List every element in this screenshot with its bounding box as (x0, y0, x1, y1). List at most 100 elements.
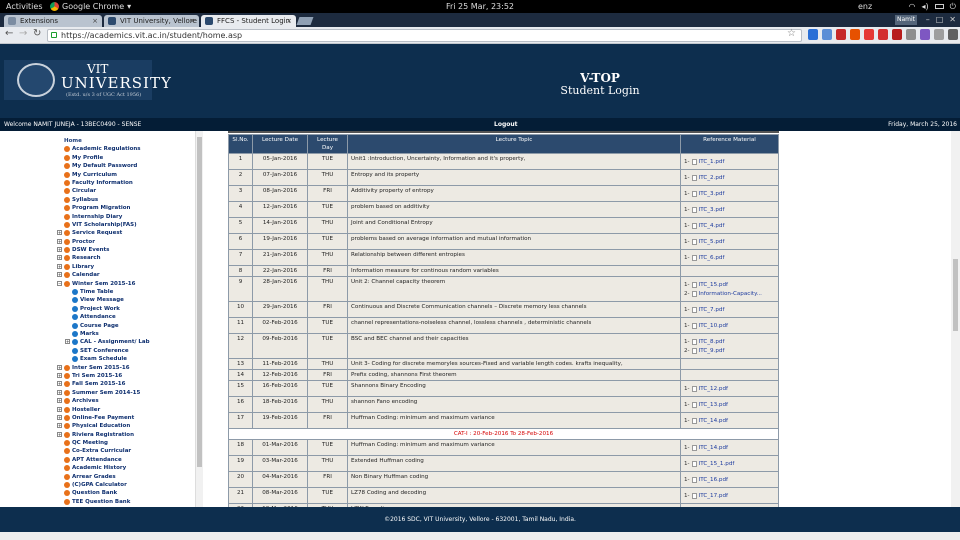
expand-icon[interactable]: + (57, 372, 62, 378)
url-input[interactable]: https://academics.vit.ac.in/student/home… (47, 29, 802, 42)
extension-icon[interactable] (822, 29, 832, 40)
close-tab-icon[interactable]: × (92, 15, 98, 27)
reference-link[interactable]: Information-Capacity... (699, 290, 762, 298)
sidebar-item[interactable]: + Riviera Registration (57, 431, 150, 439)
reference-link[interactable]: ITC_13.pdf (699, 401, 728, 409)
sidebar-item[interactable]: Program Migration (57, 204, 150, 212)
sidebar-item[interactable]: Co-Extra Curricular (57, 447, 150, 455)
sidebar-item[interactable]: + Proctor (57, 238, 150, 246)
sidebar-item[interactable]: Project Work (57, 305, 150, 313)
expand-icon[interactable]: + (57, 263, 62, 269)
extension-icon[interactable] (878, 29, 888, 40)
maximize-icon[interactable]: □ (936, 15, 944, 24)
minimize-icon[interactable]: – (926, 15, 930, 24)
reference-link[interactable]: ITC_1.pdf (699, 158, 725, 166)
reference-link[interactable]: ITC_2.pdf (699, 174, 725, 182)
sidebar-item[interactable]: Question Bank (57, 489, 150, 497)
reference-link[interactable]: ITC_15_1.pdf (699, 460, 735, 468)
sidebar-item[interactable]: + Tri Sem 2015-16 (57, 372, 150, 380)
sidebar-item[interactable]: Circular (57, 187, 150, 195)
sidebar-item[interactable]: Arrear Grades (57, 473, 150, 481)
reference-link[interactable]: ITC_17.pdf (699, 492, 728, 500)
new-tab-button[interactable] (296, 17, 314, 25)
sidebar-item[interactable]: + Inter Sem 2015-16 (57, 364, 150, 372)
sidebar-item[interactable]: + Online-Fee Payment (57, 414, 150, 422)
extension-icon[interactable] (850, 29, 860, 40)
expand-icon[interactable]: + (57, 414, 62, 420)
reference-link[interactable]: ITC_3.pdf (699, 206, 725, 214)
sidebar-item[interactable]: Course Page (57, 322, 150, 330)
expand-icon[interactable]: + (57, 255, 62, 261)
extension-icon[interactable] (920, 29, 930, 40)
expand-icon[interactable]: + (57, 230, 62, 236)
tab-2[interactable]: VIT University, Vellore × (104, 15, 199, 27)
reference-link[interactable]: ITC_7.pdf (699, 306, 725, 314)
sidebar-item[interactable]: My Profile (57, 154, 150, 162)
expand-icon[interactable]: + (57, 238, 62, 244)
extension-icon[interactable] (934, 29, 944, 40)
vit-logo[interactable]: VIT UNIVERSITY (Estd. u/s 3 of UGC Act 1… (4, 60, 171, 100)
sidebar-item[interactable]: + DSW Events (57, 246, 150, 254)
tab-3[interactable]: FFCS - Student Login × (201, 15, 296, 27)
sidebar-item[interactable]: Exam Schedule (57, 355, 150, 363)
sidebar-item[interactable]: + CAL - Assignment/ Lab (57, 338, 150, 346)
expand-icon[interactable]: + (57, 247, 62, 253)
sidebar-item[interactable]: TEE Question Bank (57, 498, 150, 506)
tab-1[interactable]: Extensions × (4, 15, 102, 27)
extension-icon[interactable] (948, 29, 958, 40)
expand-icon[interactable]: + (57, 272, 62, 278)
profile-button[interactable]: Namit (895, 15, 917, 25)
close-icon[interactable]: ✕ (949, 15, 956, 24)
expand-icon[interactable]: + (57, 423, 62, 429)
sidebar-item[interactable]: My Curriculum (57, 171, 150, 179)
forward-arrow-icon[interactable]: → (19, 28, 27, 39)
sidebar-item[interactable]: + Hosteller (57, 406, 150, 414)
close-tab-icon[interactable]: × (189, 15, 195, 27)
extension-icon[interactable] (906, 29, 916, 40)
star-icon[interactable]: ☆ (787, 28, 796, 39)
sidebar-item[interactable]: + Calendar (57, 271, 150, 279)
expand-icon[interactable]: + (57, 406, 62, 412)
reload-icon[interactable]: ↻ (33, 28, 41, 39)
close-tab-icon[interactable]: × (286, 15, 292, 27)
reference-link[interactable]: ITC_9.pdf (699, 347, 725, 355)
reference-link[interactable]: ITC_12.pdf (699, 385, 728, 393)
sidebar-item[interactable]: Home (57, 137, 150, 145)
sidebar-item[interactable]: + Fall Sem 2015-16 (57, 380, 150, 388)
sidebar-item[interactable]: Attendance (57, 313, 150, 321)
reference-link[interactable]: ITC_3.pdf (699, 190, 725, 198)
sidebar-item[interactable]: (C)GPA Calculator (57, 481, 150, 489)
sidebar-item[interactable]: + Service Request (57, 229, 150, 237)
clock[interactable]: Fri 25 Mar, 23:52 (0, 0, 960, 13)
expand-icon[interactable]: + (57, 431, 62, 437)
sidebar-item[interactable]: − Winter Sem 2015-16 (57, 280, 150, 288)
sidebar-item[interactable]: Faculty Information (57, 179, 150, 187)
expand-icon[interactable]: + (57, 381, 62, 387)
expand-icon[interactable]: + (57, 389, 62, 395)
sidebar-item[interactable]: Academic History (57, 464, 150, 472)
sidebar-item[interactable]: VIT Scholarship(FAS) (57, 221, 150, 229)
sidebar-item[interactable]: APT Attendance (57, 456, 150, 464)
reference-link[interactable]: ITC_6.pdf (699, 254, 725, 262)
collapse-icon[interactable]: − (57, 280, 62, 286)
sidebar-item[interactable]: + Physical Education (57, 422, 150, 430)
logout-link[interactable]: Logout (494, 118, 518, 131)
sidebar-item[interactable]: Internship Diary (57, 213, 150, 221)
page-scrollbar[interactable] (951, 131, 960, 507)
extension-icon[interactable] (892, 29, 902, 40)
back-arrow-icon[interactable]: ← (5, 28, 13, 39)
reference-link[interactable]: ITC_4.pdf (699, 222, 725, 230)
sidebar-item[interactable]: + Research (57, 254, 150, 262)
sidebar-item[interactable]: Marks (57, 330, 150, 338)
reference-link[interactable]: ITC_10.pdf (699, 322, 728, 330)
extension-icon[interactable] (864, 29, 874, 40)
sidebar-item[interactable]: + Library (57, 263, 150, 271)
sidebar-item[interactable]: SET Conference (57, 347, 150, 355)
sidebar-item[interactable]: Academic Regulations (57, 145, 150, 153)
keyboard-layout[interactable]: enz (858, 0, 872, 13)
sidebar-item[interactable]: QC Meeting (57, 439, 150, 447)
expand-icon[interactable]: + (57, 398, 62, 404)
sidebar-item[interactable]: Syllabus (57, 196, 150, 204)
extension-icon[interactable] (836, 29, 846, 40)
system-tray[interactable]: ◠ ◂) ⏻ (909, 0, 956, 13)
